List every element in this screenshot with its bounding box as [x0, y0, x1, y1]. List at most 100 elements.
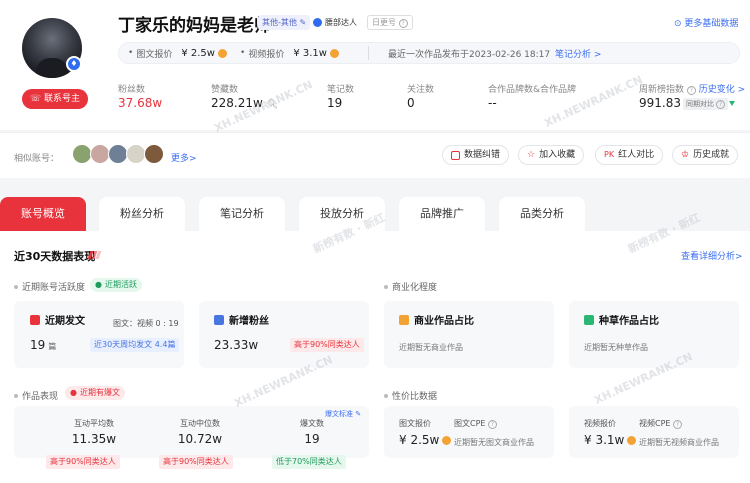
- stat-value-fans: 37.68w: [118, 96, 163, 110]
- recent-post-unit: 篇: [48, 342, 57, 351]
- works-pill-text: 近期有爆文: [79, 388, 120, 397]
- more-basic-data-link[interactable]: ⊙ 更多基础数据: [674, 16, 738, 29]
- pencil-icon: ✎: [299, 18, 307, 27]
- user-icon: [214, 314, 224, 325]
- video-cpe-label: 视频CPE ?: [639, 418, 683, 429]
- divider: [368, 46, 369, 60]
- video-price: • 视频报价 ¥ 3.1w: [240, 46, 339, 60]
- works-value-avg: 11.35w: [71, 432, 117, 446]
- help-icon[interactable]: ?: [716, 100, 726, 109]
- verified-badge-icon: ♦: [66, 56, 82, 72]
- image-cpe-label-text: 图文CPE: [454, 419, 486, 428]
- leaf-icon: [584, 314, 594, 325]
- category-tag-text: 其他-其他: [262, 18, 297, 27]
- data-correction-button[interactable]: 数据纠错: [442, 145, 510, 165]
- similar-avatar[interactable]: [144, 144, 164, 164]
- influencer-compare-label: 红人对比: [618, 150, 655, 160]
- video-cpe-label-text: 视频CPE: [639, 419, 671, 428]
- similar-avatar[interactable]: [108, 144, 128, 164]
- recent-post-count: 19: [30, 338, 46, 352]
- stat-label-notes: 笔记数: [327, 85, 355, 95]
- weekly-post-chip: 近30天周均发文 4.4篇: [90, 338, 180, 352]
- tab-account-overview[interactable]: 账号概览: [0, 197, 86, 231]
- viral-standard-text: 爆文标准: [325, 410, 353, 418]
- help-icon[interactable]: ?: [398, 19, 408, 28]
- info-circle-icon: ⊙: [674, 19, 682, 29]
- works-value-median: 10.72w: [177, 432, 223, 446]
- tab-brand-promotion[interactable]: 品牌推广: [399, 197, 485, 231]
- note-analysis-link[interactable]: 笔记分析 >: [555, 46, 601, 60]
- value-label-text: 性价比数据: [392, 392, 438, 402]
- coin-icon: [627, 435, 637, 445]
- image-price-label-2: 图文报价: [399, 419, 431, 428]
- dot-icon: •: [240, 48, 246, 58]
- history-achievement-button[interactable]: ♔ 历史成就: [672, 145, 739, 165]
- latest-post-text: 最近一次作品发布于2023-02-26 18:17: [388, 49, 551, 60]
- contact-owner-button[interactable]: ☏ 联系号主: [22, 89, 88, 109]
- influencer-compare-button[interactable]: PK 红人对比: [595, 145, 664, 165]
- recent-post-title-text: 近期发文: [45, 316, 85, 327]
- help-icon[interactable]: ?: [673, 420, 683, 429]
- daily-update-tag: 日更号 ?: [367, 15, 413, 30]
- fire-icon: ●: [70, 388, 77, 397]
- image-cpe-label: 图文CPE ?: [454, 418, 498, 429]
- works-pill: ● 近期有爆文: [65, 386, 125, 400]
- works-value-viral: 19: [304, 432, 320, 446]
- value-label: 性价比数据: [384, 389, 437, 402]
- stat-label-likes: 赞藏数: [211, 85, 239, 95]
- check-circle-icon: ●: [95, 280, 102, 289]
- works-label-avg: 互动平均数: [74, 419, 114, 428]
- video-price-value-2: ¥ 3.1w: [584, 433, 637, 447]
- new-fans-value: 23.33w: [214, 338, 259, 352]
- activity-label: 近期账号活跃度: [14, 280, 85, 293]
- help-icon[interactable]: ?: [488, 420, 498, 429]
- period-compare-text: 同期对比: [686, 100, 714, 108]
- commercial-label-text: 商业化程度: [392, 283, 438, 293]
- works-label-median: 互动中位数: [180, 419, 220, 428]
- image-value-card: [384, 406, 554, 458]
- stat-value-notes: 19: [327, 96, 343, 110]
- similar-accounts-label: 相似账号：: [14, 154, 60, 164]
- category-tag[interactable]: 其他-其他 ✎: [258, 15, 311, 30]
- section-flag-icon: [87, 251, 102, 259]
- edit-icon: [451, 150, 460, 160]
- pencil-icon: ✎: [355, 410, 362, 418]
- similar-avatar[interactable]: [72, 144, 92, 164]
- video-price-label-2: 视频报价: [584, 419, 616, 428]
- video-price-value: ¥ 3.1w: [293, 47, 327, 59]
- add-favorite-label: 加入收藏: [539, 150, 576, 160]
- stat-label-index: 周新榜指数 ? 历史变化 >: [639, 82, 745, 95]
- activity-label-text: 近期账号活跃度: [22, 283, 86, 293]
- new-fans-title: 新增粉丝: [214, 312, 269, 327]
- stat-value-index: 991.83: [639, 96, 681, 110]
- latest-post-info: 最近一次作品发布于2023-02-26 18:17: [388, 46, 550, 60]
- commercial-title-text: 商业作品占比: [414, 316, 474, 327]
- money-icon: [399, 314, 409, 325]
- commercial-note: 近期暂无商业作品: [399, 343, 463, 352]
- help-icon[interactable]: ?: [686, 86, 696, 95]
- similar-avatar[interactable]: [126, 144, 146, 164]
- commercial-label: 商业化程度: [384, 280, 437, 293]
- trophy-icon: ♔: [681, 150, 690, 160]
- add-favorite-button[interactable]: ☆ 加入收藏: [518, 145, 585, 165]
- stat-label-index-text: 周新榜指数: [639, 85, 685, 95]
- account-name: 丁家乐的妈妈是老师: [118, 16, 271, 36]
- tab-note-analysis[interactable]: 笔记分析: [199, 197, 285, 231]
- similar-avatar[interactable]: [90, 144, 110, 164]
- tab-category-analysis[interactable]: 品类分析: [499, 197, 585, 231]
- history-achievement-label: 历史成就: [693, 150, 730, 160]
- image-price: • 图文报价 ¥ 2.5w: [128, 46, 227, 60]
- tab-fans-analysis[interactable]: 粉丝分析: [99, 197, 185, 231]
- daily-tag-text: 日更号: [372, 18, 396, 27]
- coin-icon: [329, 48, 339, 58]
- video-value-card: [569, 406, 739, 458]
- history-change-link[interactable]: 历史变化 >: [699, 85, 745, 95]
- view-detail-link[interactable]: 查看详细分析>: [681, 249, 743, 262]
- similar-more-link[interactable]: 更多>: [171, 151, 197, 164]
- compare-icon: PK: [604, 150, 615, 159]
- coin-icon: [442, 435, 452, 445]
- contact-owner-label: 联系号主: [44, 94, 81, 104]
- image-price-value-2: ¥ 2.5w: [399, 433, 452, 447]
- data-correction-label: 数据纠错: [464, 150, 501, 160]
- seeding-note: 近期暂无种草作品: [584, 343, 648, 352]
